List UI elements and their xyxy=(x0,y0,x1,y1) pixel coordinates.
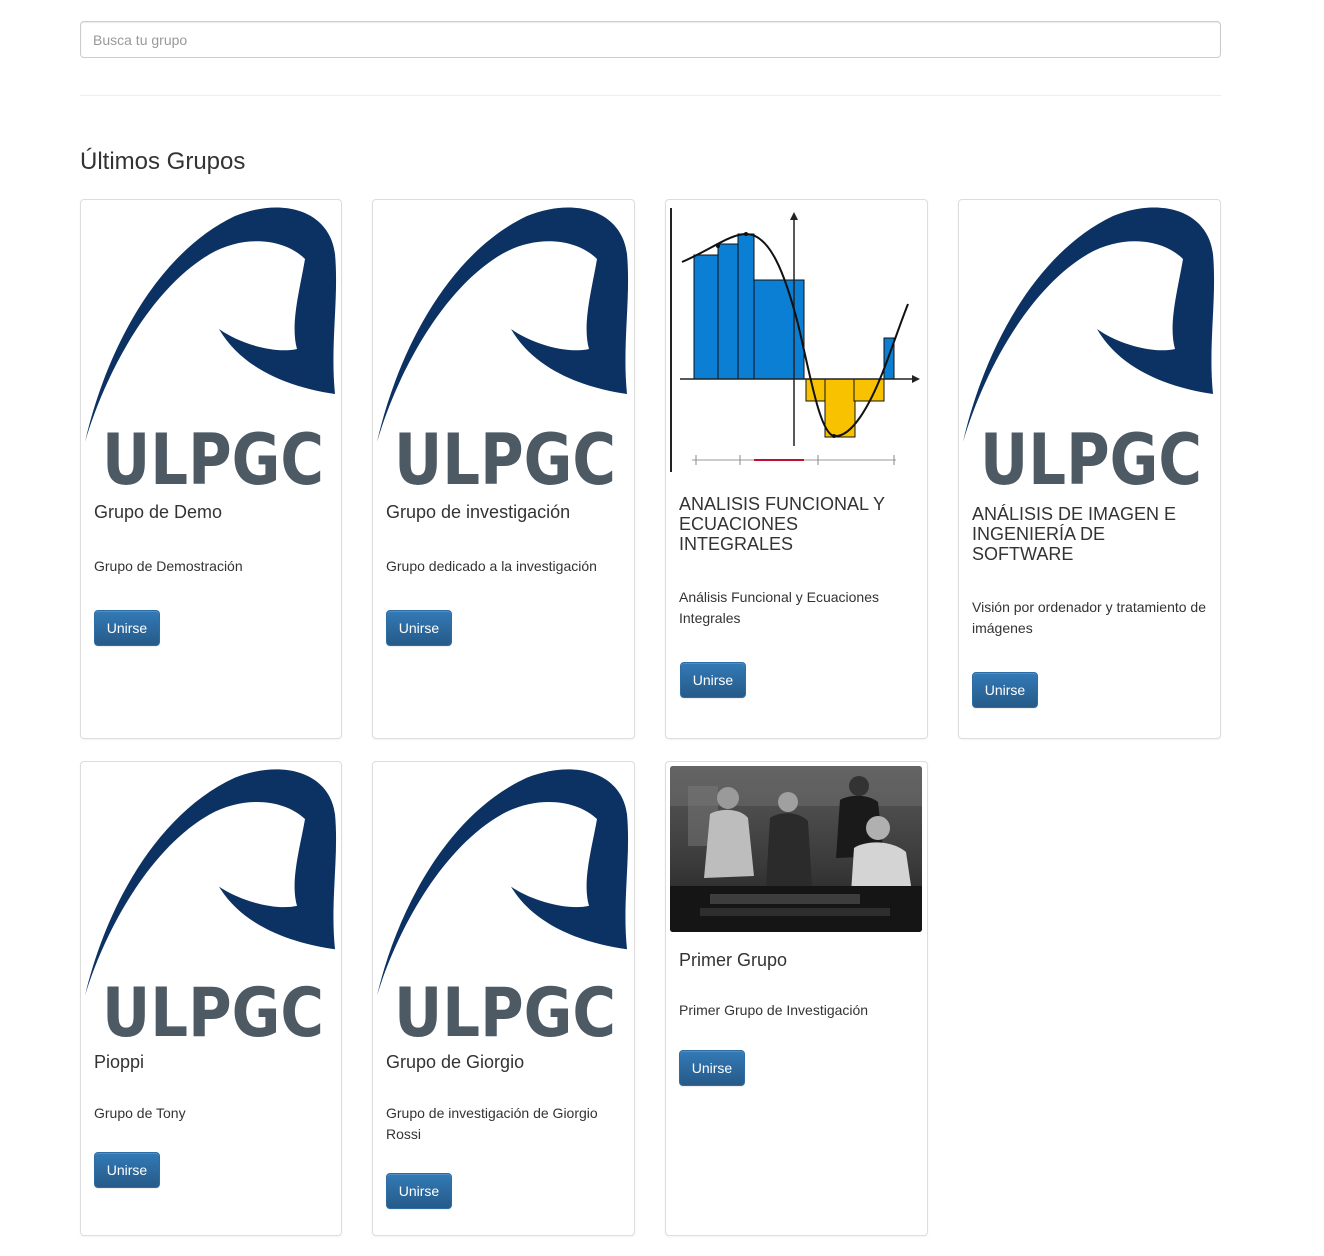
logo-text: ULPGC xyxy=(102,974,324,1038)
group-title: Primer Grupo xyxy=(679,950,788,970)
group-description: Análisis Funcional y Ecuaciones Integral… xyxy=(679,589,879,626)
group-image xyxy=(670,766,922,932)
group-card: ULPGC Grupo de Giorgio Grupo de investig… xyxy=(372,761,635,1236)
group-description: Grupo de Demostración xyxy=(94,558,243,574)
group-description: Primer Grupo de Investigación xyxy=(679,1002,869,1018)
group-card: ULPGC Grupo de Demo Grupo de Demostració… xyxy=(80,199,342,739)
group-card: Primer Grupo Primer Grupo de Investigaci… xyxy=(665,761,928,1236)
card-caption: Grupo de investigación Grupo dedicado a … xyxy=(386,502,622,577)
ulpgc-logo: ULPGC xyxy=(85,769,337,1038)
group-image: ULPGC xyxy=(85,204,337,486)
card-caption: ANALISIS FUNCIONAL Y ECUACIONES INTEGRAL… xyxy=(679,494,915,629)
group-card: ULPGC Grupo de investigación Grupo dedic… xyxy=(372,199,635,739)
ulpgc-logo: ULPGC xyxy=(963,207,1215,486)
search-input[interactable] xyxy=(80,21,1221,58)
join-button[interactable]: Unirse xyxy=(386,610,452,646)
group-image: ULPGC xyxy=(85,766,337,1038)
join-button[interactable]: Unirse xyxy=(972,672,1038,708)
group-title: Grupo de Giorgio xyxy=(386,1052,525,1072)
group-card: ULPGC Pioppi Grupo de Tony Unirse xyxy=(80,761,342,1236)
ulpgc-logo: ULPGC xyxy=(377,207,629,486)
group-image: ULPGC xyxy=(963,204,1215,486)
riemann-sum-chart-image xyxy=(670,208,920,472)
group-card: ANALISIS FUNCIONAL Y ECUACIONES INTEGRAL… xyxy=(665,199,928,739)
group-description: Grupo de Tony xyxy=(94,1105,186,1121)
logo-text: ULPGC xyxy=(394,419,616,486)
group-title: Grupo de Demo xyxy=(94,502,223,522)
divider xyxy=(80,95,1221,96)
ulpgc-logo: ULPGC xyxy=(377,769,629,1038)
group-title: ANÁLISIS DE IMAGEN E INGENIERÍA DE SOFTW… xyxy=(972,504,1177,564)
card-caption: Pioppi Grupo de Tony xyxy=(94,1052,329,1124)
join-button[interactable]: Unirse xyxy=(679,1050,745,1086)
group-image: ULPGC xyxy=(377,204,629,486)
logo-text: ULPGC xyxy=(980,419,1202,486)
card-caption: ANÁLISIS DE IMAGEN E INGENIERÍA DE SOFTW… xyxy=(972,504,1208,639)
group-title: Pioppi xyxy=(94,1052,145,1072)
card-caption: Grupo de Giorgio Grupo de investigación … xyxy=(386,1052,622,1145)
group-image: ULPGC xyxy=(377,766,629,1038)
logo-text: ULPGC xyxy=(102,419,324,486)
join-button[interactable]: Unirse xyxy=(680,662,746,698)
group-description: Grupo de investigación de Giorgio Rossi xyxy=(386,1105,598,1142)
group-description: Visión por ordenador y tratamiento de im… xyxy=(972,599,1206,636)
logo-text: ULPGC xyxy=(394,974,616,1038)
ulpgc-logo: ULPGC xyxy=(85,207,337,486)
group-title: Grupo de investigación xyxy=(386,502,571,522)
group-description: Grupo dedicado a la investigación xyxy=(386,558,597,574)
card-caption: Primer Grupo Primer Grupo de Investigaci… xyxy=(679,950,915,1021)
join-button[interactable]: Unirse xyxy=(386,1173,452,1209)
join-button[interactable]: Unirse xyxy=(94,1152,160,1188)
group-card: ULPGC ANÁLISIS DE IMAGEN E INGENIERÍA DE… xyxy=(958,199,1221,739)
group-image xyxy=(670,204,922,476)
section-title: Últimos Grupos xyxy=(80,148,246,175)
band-photo-image xyxy=(670,766,922,932)
join-button[interactable]: Unirse xyxy=(94,610,160,646)
card-caption: Grupo de Demo Grupo de Demostración xyxy=(94,502,329,577)
group-title: ANALISIS FUNCIONAL Y ECUACIONES INTEGRAL… xyxy=(679,494,885,554)
